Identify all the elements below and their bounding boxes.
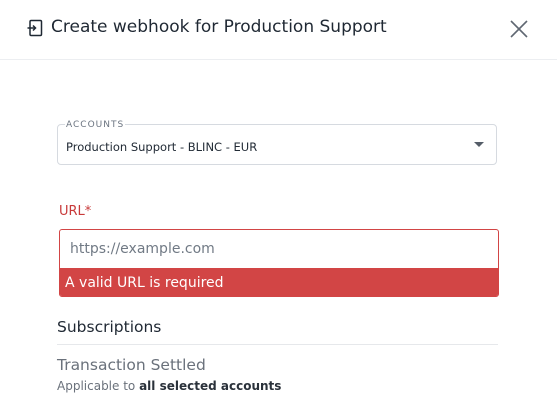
- subscription-item-description: Applicable to all selected accounts: [57, 379, 281, 394]
- url-field-container: A valid URL is required: [59, 229, 499, 297]
- accounts-selected-value: Production Support - BLINC - EUR: [66, 140, 258, 154]
- close-button[interactable]: [506, 16, 532, 42]
- caret-down-icon[interactable]: [474, 142, 484, 147]
- close-icon[interactable]: [506, 16, 532, 42]
- webhook-icon: [26, 19, 44, 37]
- accounts-select[interactable]: ACCOUNTS Production Support - BLINC - EU…: [57, 119, 497, 165]
- url-error-message: A valid URL is required: [60, 268, 498, 296]
- dialog-title: Create webhook for Production Support: [51, 17, 387, 37]
- dialog-header: Create webhook for Production Support: [0, 0, 557, 60]
- accounts-label: ACCOUNTS: [65, 119, 126, 131]
- url-label: URL*: [59, 204, 92, 219]
- subscription-item-description-emphasis: all selected accounts: [139, 379, 282, 393]
- subscriptions-heading: Subscriptions: [57, 318, 162, 336]
- subscriptions-divider: [57, 344, 498, 345]
- subscription-item-description-prefix: Applicable to: [57, 379, 140, 393]
- subscription-item-name: Transaction Settled: [57, 356, 206, 374]
- url-input[interactable]: [60, 230, 498, 268]
